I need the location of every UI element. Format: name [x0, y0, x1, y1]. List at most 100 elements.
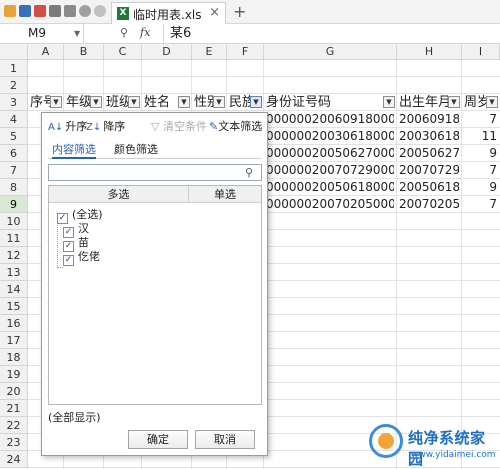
column-header-F[interactable]: F	[227, 44, 264, 60]
header-cell[interactable]: 身份证号码	[266, 94, 383, 111]
filter-dropdown-icon[interactable]: ▼	[486, 96, 498, 108]
header-cell[interactable]: 出生年月	[399, 94, 448, 111]
table-cell[interactable]: 9	[464, 179, 497, 196]
table-cell[interactable]: 20050618	[399, 179, 459, 196]
row-header-11[interactable]: 11	[0, 230, 28, 247]
formula-input[interactable]: 某6	[163, 24, 500, 43]
row-header-18[interactable]: 18	[0, 349, 28, 366]
row-header-24[interactable]: 24	[0, 451, 28, 468]
sort-descending-button[interactable]: Z↓ 降序	[86, 118, 125, 134]
row-header-12[interactable]: 12	[0, 247, 28, 264]
table-cell[interactable]: 20030618	[399, 128, 459, 145]
redo-icon[interactable]	[94, 5, 106, 17]
column-header-A[interactable]: A	[28, 44, 64, 60]
row-header-22[interactable]: 22	[0, 417, 28, 434]
table-cell[interactable]: 000000200707290000	[266, 162, 394, 179]
open-folder-icon[interactable]	[4, 5, 16, 17]
undo-icon[interactable]	[79, 5, 91, 17]
table-cell[interactable]: 11	[464, 128, 497, 145]
row-header-14[interactable]: 14	[0, 281, 28, 298]
row-header-21[interactable]: 21	[0, 400, 28, 417]
row-header-5[interactable]: 5	[0, 128, 28, 145]
filter-item[interactable]: ✓ 苗	[63, 236, 89, 252]
row-header-17[interactable]: 17	[0, 332, 28, 349]
filter-dropdown-icon[interactable]: ▼	[50, 96, 62, 108]
header-cell[interactable]: 姓名	[144, 94, 178, 111]
table-cell[interactable]: 7	[464, 196, 497, 213]
filter-dropdown-icon[interactable]: ▼	[250, 96, 262, 108]
save-icon[interactable]	[19, 5, 31, 17]
search-icon[interactable]: ⚲	[245, 165, 264, 180]
header-cell[interactable]: 序号	[30, 94, 50, 111]
header-cell[interactable]: 民族	[229, 94, 250, 111]
row-header-13[interactable]: 13	[0, 264, 28, 281]
column-header-G[interactable]: G	[264, 44, 397, 60]
filter-dropdown-icon[interactable]: ▼	[448, 96, 460, 108]
ok-button[interactable]: 确定	[128, 430, 188, 449]
filter-search-input[interactable]	[48, 164, 262, 181]
filter-dropdown-icon[interactable]: ▼	[213, 96, 225, 108]
chevron-down-icon[interactable]: ▼	[74, 25, 80, 42]
row-header-23[interactable]: 23	[0, 434, 28, 451]
header-cell[interactable]: 性别	[194, 94, 213, 111]
column-header-E[interactable]: E	[192, 44, 227, 60]
table-cell[interactable]: 7	[464, 162, 497, 179]
header-cell[interactable]: 年级	[66, 94, 90, 111]
cancel-button[interactable]: 取消	[195, 430, 255, 449]
row-header-20[interactable]: 20	[0, 383, 28, 400]
table-cell[interactable]: 000000200506270000	[266, 145, 394, 162]
column-header-I[interactable]: I	[462, 44, 500, 60]
filter-item-select-all[interactable]: ✓ (全选)	[57, 208, 103, 224]
filter-dropdown-icon[interactable]: ▼	[128, 96, 140, 108]
table-cell[interactable]: 20070729	[399, 162, 459, 179]
row-header-8[interactable]: 8	[0, 179, 28, 196]
multi-select-tab[interactable]: 多选	[49, 186, 188, 203]
table-cell[interactable]: 20050627	[399, 145, 459, 162]
table-cell[interactable]: 20060918	[399, 111, 459, 128]
row-header-9[interactable]: 9	[0, 196, 28, 213]
row-header-4[interactable]: 4	[0, 111, 28, 128]
table-cell[interactable]: 000000200306180000	[266, 128, 394, 145]
table-cell[interactable]: 000000200609180000	[266, 111, 394, 128]
column-header-C[interactable]: C	[104, 44, 142, 60]
row-header-16[interactable]: 16	[0, 315, 28, 332]
table-cell[interactable]: 9	[464, 145, 497, 162]
filter-dropdown-icon[interactable]: ▼	[90, 96, 102, 108]
row-header-6[interactable]: 6	[0, 145, 28, 162]
table-cell[interactable]: 7	[464, 111, 497, 128]
row-header-7[interactable]: 7	[0, 162, 28, 179]
filter-dropdown-icon[interactable]: ▼	[178, 96, 190, 108]
filter-dropdown-icon[interactable]: ▼	[383, 96, 395, 108]
print-preview-icon[interactable]	[64, 5, 76, 17]
export-pdf-icon[interactable]	[34, 5, 46, 17]
header-cell[interactable]: 班级	[106, 94, 128, 111]
tab-content-filter[interactable]: 内容筛选	[52, 143, 96, 159]
row-header-15[interactable]: 15	[0, 298, 28, 315]
close-tab-icon[interactable]: ×	[209, 5, 220, 20]
filter-item[interactable]: ✓ 汉	[63, 222, 89, 238]
row-header-10[interactable]: 10	[0, 213, 28, 230]
text-filter-button[interactable]: ✎文本筛选	[209, 118, 262, 134]
row-header-3[interactable]: 3	[0, 94, 28, 111]
row-header-1[interactable]: 1	[0, 60, 28, 77]
checkbox-icon[interactable]: ✓	[63, 255, 74, 266]
zoom-icon[interactable]: ⚲	[120, 26, 128, 39]
select-all-corner[interactable]	[0, 44, 28, 60]
row-header-2[interactable]: 2	[0, 77, 28, 94]
print-icon[interactable]	[49, 5, 61, 17]
column-header-B[interactable]: B	[64, 44, 104, 60]
workbook-tab[interactable]: X 临时用表.xls ×	[111, 2, 226, 24]
new-tab-button[interactable]: +	[233, 2, 246, 21]
table-cell[interactable]: 20070205	[399, 196, 459, 213]
table-cell[interactable]: 000000200506180000	[266, 179, 394, 196]
filter-item[interactable]: ✓ 仡佬	[63, 250, 100, 266]
column-header-H[interactable]: H	[397, 44, 462, 60]
name-box[interactable]: M9	[0, 24, 84, 43]
column-header-D[interactable]: D	[142, 44, 192, 60]
row-header-19[interactable]: 19	[0, 366, 28, 383]
tab-color-filter[interactable]: 颜色筛选	[114, 143, 158, 159]
function-icon[interactable]: fx	[140, 26, 150, 39]
sort-ascending-button[interactable]: A↓ 升序	[48, 118, 87, 134]
table-cell[interactable]: 000000200702050000	[266, 196, 394, 213]
header-cell[interactable]: 周岁	[464, 94, 486, 111]
